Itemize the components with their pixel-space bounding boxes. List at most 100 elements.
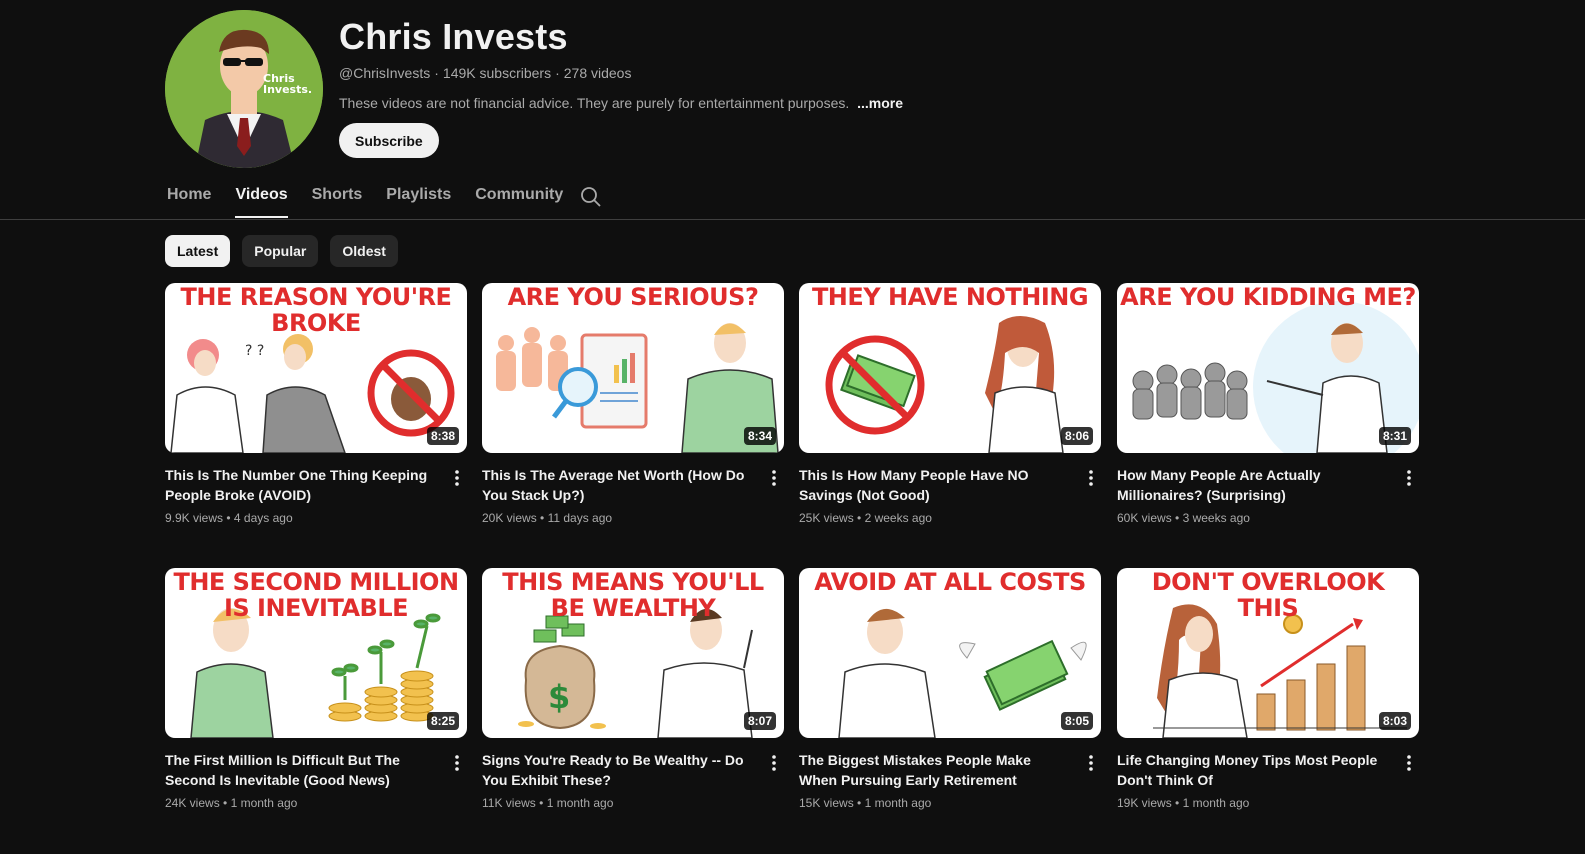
more-vert-icon[interactable]: [764, 752, 784, 774]
video-stats: 24K views • 1 month ago: [165, 796, 298, 810]
thumbnail-title: THEY HAVE NOTHING: [811, 283, 1089, 311]
tab-home[interactable]: Home: [167, 178, 211, 218]
upload-age: 2 weeks ago: [864, 511, 932, 525]
video-stats: 20K views • 11 days ago: [482, 511, 613, 525]
upload-age: 11 days ago: [547, 511, 613, 525]
view-count: 24K views: [165, 796, 220, 810]
video-count: 278 videos: [563, 65, 632, 81]
duration-badge: 8:34: [743, 427, 776, 445]
video-thumbnail[interactable]: ARE YOU KIDDING ME? 8:31: [1117, 283, 1419, 453]
tab-videos[interactable]: Videos: [235, 178, 288, 218]
tab-shorts[interactable]: Shorts: [312, 178, 363, 218]
channel-title: Chris Invests: [339, 16, 568, 57]
view-count: 15K views: [799, 796, 854, 810]
video-card[interactable]: AVOID AT ALL COSTS 8:05 The Biggest Mist…: [799, 568, 1101, 810]
video-title[interactable]: How Many People Are Actually Millionaire…: [1117, 465, 1387, 505]
duration-badge: 8:07: [743, 712, 776, 730]
video-title[interactable]: Signs You're Ready to Be Wealthy -- Do Y…: [482, 750, 752, 790]
video-thumbnail[interactable]: AVOID AT ALL COSTS 8:05: [799, 568, 1101, 738]
duration-badge: 8:05: [1060, 712, 1093, 730]
video-card[interactable]: ARE YOU KIDDING ME? 8:31 How Many People…: [1117, 283, 1419, 525]
view-count: 19K views: [1117, 796, 1172, 810]
thumbnail-title: THE SECOND MILLION IS INEVITABLE: [173, 568, 459, 622]
upload-age: 3 weeks ago: [1182, 511, 1250, 525]
svg-text:? ?: ? ?: [245, 343, 264, 359]
thumbnail-title: AVOID AT ALL COSTS: [814, 568, 1086, 596]
view-count: 11K views: [482, 796, 536, 810]
video-title[interactable]: The First Million Is Difficult But The S…: [165, 750, 435, 790]
chip-latest[interactable]: Latest: [165, 235, 231, 267]
more-vert-icon[interactable]: [447, 752, 467, 774]
channel-handle: @ChrisInvests: [339, 65, 431, 81]
separator-dot: ·: [555, 65, 560, 81]
video-title[interactable]: Life Changing Money Tips Most People Don…: [1117, 750, 1387, 790]
video-thumbnail[interactable]: ? ? THE REASON YOU'RE BROKE 8:38: [165, 283, 467, 453]
video-stats: 60K views • 3 weeks ago: [1117, 511, 1250, 525]
channel-avatar[interactable]: Chris Invests.: [165, 10, 323, 168]
search-icon[interactable]: [579, 185, 603, 209]
tab-playlists[interactable]: Playlists: [386, 178, 451, 218]
tabs-divider: [0, 219, 1585, 220]
video-title[interactable]: This Is The Average Net Worth (How Do Yo…: [482, 465, 752, 505]
video-card[interactable]: ? ? THE REASON YOU'RE BROKE 8:38 This Is…: [165, 283, 467, 525]
video-stats: 11K views • 1 month ago: [482, 796, 614, 810]
video-card[interactable]: DON'T OVERLOOK THIS 8:03 Life Changing M…: [1117, 568, 1419, 810]
thumbnail-title: DON'T OVERLOOK THIS: [1151, 568, 1385, 622]
upload-age: 1 month ago: [230, 796, 298, 810]
video-card[interactable]: THEY HAVE NOTHING 8:06 This Is How Many …: [799, 283, 1101, 525]
upload-age: 1 month ago: [1182, 796, 1250, 810]
more-vert-icon[interactable]: [1399, 467, 1419, 489]
channel-meta: @ChrisInvests · 149K subscribers · 278 video…: [339, 65, 631, 81]
thumbnail-title: THE REASON YOU'RE BROKE: [180, 283, 452, 337]
more-vert-icon[interactable]: [1081, 467, 1101, 489]
video-thumbnail[interactable]: $ THIS MEANS YOU'LL BE WEALTHY 8:07: [482, 568, 784, 738]
video-stats: 15K views • 1 month ago: [799, 796, 932, 810]
thumbnail-title: THIS MEANS YOU'LL BE WEALTHY: [502, 568, 764, 622]
video-thumbnail[interactable]: THE SECOND MILLION IS INEVITABLE 8:25: [165, 568, 467, 738]
chip-oldest[interactable]: Oldest: [330, 235, 398, 267]
video-card[interactable]: THE SECOND MILLION IS INEVITABLE 8:25 Th…: [165, 568, 467, 810]
channel-header: Chris Invests. Chris Invests @ChrisInves…: [165, 10, 1425, 170]
video-title[interactable]: The Biggest Mistakes People Make When Pu…: [799, 750, 1069, 790]
duration-badge: 8:06: [1060, 427, 1093, 445]
more-link[interactable]: ...more: [857, 95, 903, 111]
more-vert-icon[interactable]: [447, 467, 467, 489]
view-count: 20K views: [482, 511, 537, 525]
subscribe-button[interactable]: Subscribe: [339, 123, 439, 158]
channel-description[interactable]: These videos are not financial advice. T…: [339, 95, 903, 111]
video-stats: 25K views • 2 weeks ago: [799, 511, 932, 525]
video-thumbnail[interactable]: DON'T OVERLOOK THIS 8:03: [1117, 568, 1419, 738]
upload-age: 4 days ago: [233, 511, 293, 525]
sort-chips: Latest Popular Oldest: [165, 235, 398, 267]
video-thumbnail[interactable]: THEY HAVE NOTHING 8:06: [799, 283, 1101, 453]
subscriber-count: 149K subscribers: [442, 65, 552, 81]
video-card[interactable]: ARE YOU SERIOUS? 8:34 This Is The Averag…: [482, 283, 784, 525]
chip-popular[interactable]: Popular: [242, 235, 319, 267]
svg-text:Invests.: Invests.: [263, 83, 312, 96]
video-title[interactable]: This Is The Number One Thing Keeping Peo…: [165, 465, 435, 505]
video-stats: 9.9K views • 4 days ago: [165, 511, 293, 525]
duration-badge: 8:03: [1378, 712, 1411, 730]
more-vert-icon[interactable]: [764, 467, 784, 489]
separator-dot: ·: [434, 65, 439, 81]
duration-badge: 8:25: [426, 712, 459, 730]
more-vert-icon[interactable]: [1081, 752, 1101, 774]
upload-age: 1 month ago: [546, 796, 614, 810]
more-vert-icon[interactable]: [1399, 752, 1419, 774]
video-title[interactable]: This Is How Many People Have NO Savings …: [799, 465, 1069, 505]
view-count: 9.9K views: [165, 511, 224, 525]
tab-community[interactable]: Community: [475, 178, 563, 218]
upload-age: 1 month ago: [864, 796, 932, 810]
thumbnail-title: ARE YOU SERIOUS?: [507, 283, 759, 311]
view-count: 60K views: [1117, 511, 1172, 525]
svg-text:$: $: [548, 678, 570, 716]
description-text: These videos are not financial advice. T…: [339, 95, 850, 111]
thumbnail-title: ARE YOU KIDDING ME?: [1120, 283, 1416, 311]
duration-badge: 8:31: [1378, 427, 1411, 445]
video-card[interactable]: $ THIS MEANS YOU'LL BE WEALTHY 8:07 Sign…: [482, 568, 784, 810]
avatar-illustration: Chris Invests.: [165, 10, 323, 168]
channel-tabs: Home Videos Shorts Playlists Community: [167, 178, 601, 219]
duration-badge: 8:38: [426, 427, 459, 445]
view-count: 25K views: [799, 511, 854, 525]
video-thumbnail[interactable]: ARE YOU SERIOUS? 8:34: [482, 283, 784, 453]
